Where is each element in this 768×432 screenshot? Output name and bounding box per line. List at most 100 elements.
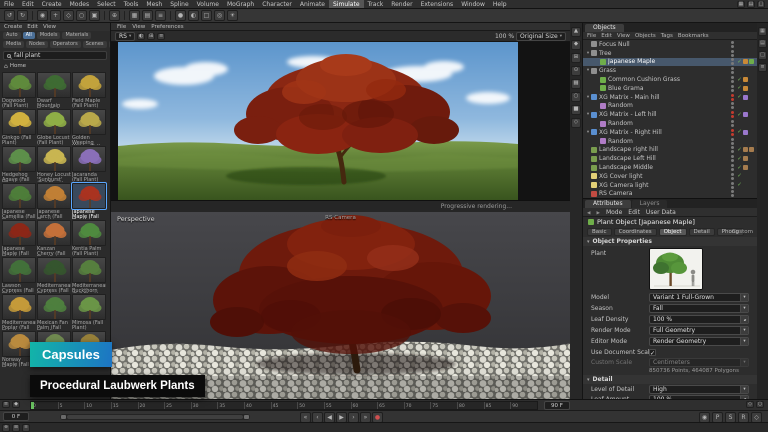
enabled-check-icon[interactable]: ✓ <box>736 129 743 135</box>
asset-filter-chip[interactable]: Models <box>37 32 61 39</box>
visibility-dots[interactable] <box>731 173 734 180</box>
asset-thumbnail[interactable] <box>37 146 71 172</box>
render-visibility-dot[interactable] <box>731 168 734 171</box>
attribute-tab[interactable]: Coordinates <box>614 228 657 236</box>
tag-icon[interactable] <box>749 59 754 64</box>
enabled-check-icon[interactable]: ✓ <box>736 112 743 118</box>
editor-visibility-dot[interactable] <box>731 102 734 105</box>
season-select[interactable]: Fall <box>649 304 749 313</box>
section-detail[interactable]: Detail <box>583 375 757 384</box>
tag-icon[interactable] <box>743 156 748 161</box>
menu-item[interactable]: Volume <box>193 0 223 8</box>
tag-icon[interactable] <box>749 165 754 170</box>
object-menu-item[interactable]: Objects <box>635 33 656 39</box>
object-row[interactable]: Blue Grama ✓ <box>583 84 757 93</box>
timeline-mode-icon[interactable]: ≡ <box>2 401 10 408</box>
asset-item[interactable]: Globe Locust (Fall Plant) <box>37 109 71 145</box>
tab-layers[interactable]: Layers <box>632 200 668 208</box>
asset-item[interactable]: Hedgehog Agave (Fall Plant) <box>2 146 36 182</box>
editor-visibility-dot[interactable] <box>731 85 734 88</box>
menu-item[interactable]: Extensions <box>417 0 458 8</box>
scale-tool-icon[interactable]: ◇ <box>63 10 74 21</box>
asset-filter-chip[interactable]: Operators <box>50 41 81 48</box>
visibility-dots[interactable] <box>731 102 734 109</box>
tag-icon[interactable] <box>743 59 748 64</box>
asset-thumbnail[interactable] <box>37 220 71 246</box>
level-of-detail-select[interactable]: High <box>649 385 749 394</box>
tag-icons[interactable] <box>743 165 755 170</box>
enabled-check-icon[interactable]: ✓ <box>736 59 743 65</box>
object-row[interactable]: ▾ XG Matrix - Main hill ✓ <box>583 93 757 102</box>
asset-thumbnail[interactable] <box>37 294 71 320</box>
asset-filter-chip[interactable]: Nodes <box>26 41 48 48</box>
asset-thumbnail[interactable] <box>2 109 36 135</box>
object-name[interactable]: Random <box>608 102 729 109</box>
asset-item[interactable]: Mimosa (Fall Plant) <box>72 294 106 330</box>
menu-item[interactable]: Tools <box>120 0 143 8</box>
frame-range-slider[interactable] <box>60 414 250 420</box>
editor-visibility-dot[interactable] <box>731 146 734 149</box>
render-view-menu-item[interactable]: Preferences <box>151 24 183 30</box>
render-visibility-dot[interactable] <box>731 133 734 136</box>
info-icon[interactable]: ≡ <box>22 424 30 432</box>
visibility-dots[interactable] <box>731 190 734 197</box>
object-row[interactable]: Common Cushion Grass ✓ <box>583 75 757 84</box>
enabled-check-icon[interactable]: ✓ <box>736 156 743 162</box>
object-menu-item[interactable]: Bookmarks <box>678 33 709 39</box>
render-mode-select[interactable]: Full Geometry <box>649 326 749 335</box>
undo-icon[interactable]: ↺ <box>4 10 15 21</box>
render-visibility-dot[interactable] <box>731 62 734 65</box>
asset-filter-chip[interactable]: Scenes <box>83 41 107 48</box>
enabled-check-icon[interactable]: ✓ <box>736 173 743 179</box>
asset-item[interactable]: Japanese Camellia (Fall Plant) <box>2 183 36 219</box>
object-row[interactable]: Landscape Middle ✓ <box>583 163 757 172</box>
visibility-dots[interactable] <box>731 138 734 145</box>
tag-icon[interactable] <box>743 112 748 117</box>
asset-thumbnail[interactable] <box>72 183 106 209</box>
start-frame-field[interactable]: 0 F <box>3 412 29 421</box>
tag-icon[interactable] <box>743 191 748 196</box>
editor-visibility-dot[interactable] <box>731 67 734 70</box>
editor-visibility-dot[interactable] <box>731 190 734 193</box>
isolate-icon[interactable]: ◇ <box>571 118 581 128</box>
tag-icons[interactable] <box>743 95 755 100</box>
object-name[interactable]: XG Camera light <box>599 182 729 189</box>
tag-icon[interactable] <box>743 121 748 126</box>
environment-icon[interactable]: ◐ <box>188 10 199 21</box>
model-mode-icon[interactable]: ◆ <box>571 40 581 50</box>
new-material-icon[interactable]: ● <box>175 10 186 21</box>
panel-menu-icon[interactable]: ≡ <box>758 63 767 72</box>
visibility-dots[interactable] <box>731 76 734 83</box>
tag-icon[interactable] <box>743 130 748 135</box>
render-visibility-dot[interactable] <box>731 45 734 48</box>
grid-icon[interactable]: ⊞ <box>12 424 20 432</box>
tag-icons[interactable] <box>743 112 755 117</box>
marker-icon[interactable]: ◇ <box>746 401 754 408</box>
asset-item[interactable]: Japanese Larch (Fall Plant) <box>37 183 71 219</box>
editor-mode-select[interactable]: Render Geometry <box>649 337 749 346</box>
asset-filter-chip[interactable]: Materials <box>62 32 91 39</box>
perspective-viewport[interactable]: Perspective RS Camera <box>111 212 570 399</box>
playhead[interactable] <box>31 402 34 409</box>
viewport-layout-icon[interactable]: ▦ <box>571 79 581 89</box>
render-settings-icon[interactable]: ≡ <box>155 10 166 21</box>
enabled-check-icon[interactable]: ✓ <box>736 77 743 83</box>
texture-mode-icon[interactable]: ⊞ <box>571 53 581 63</box>
custom-tab[interactable]: Custom <box>732 229 753 235</box>
object-row[interactable]: Random <box>583 102 757 111</box>
editor-visibility-dot[interactable] <box>731 173 734 176</box>
tag-icon[interactable] <box>743 68 748 73</box>
editor-visibility-dot[interactable] <box>731 76 734 79</box>
tag-icons[interactable] <box>743 147 755 152</box>
tag-icon[interactable] <box>749 112 754 117</box>
object-row[interactable]: Landscape right hill ✓ <box>583 146 757 155</box>
range-handle-left[interactable] <box>61 415 66 419</box>
visibility-dots[interactable] <box>731 155 734 162</box>
plant-preview[interactable] <box>649 248 703 290</box>
snapshot-icon[interactable]: ⊞ <box>147 33 155 40</box>
editor-visibility-dot[interactable] <box>731 129 734 132</box>
live-selection-icon[interactable]: ◉ <box>37 10 48 21</box>
tag-icons[interactable] <box>743 191 755 196</box>
range-handle-right[interactable] <box>244 415 249 419</box>
object-name[interactable]: Landscape Middle <box>599 164 729 171</box>
